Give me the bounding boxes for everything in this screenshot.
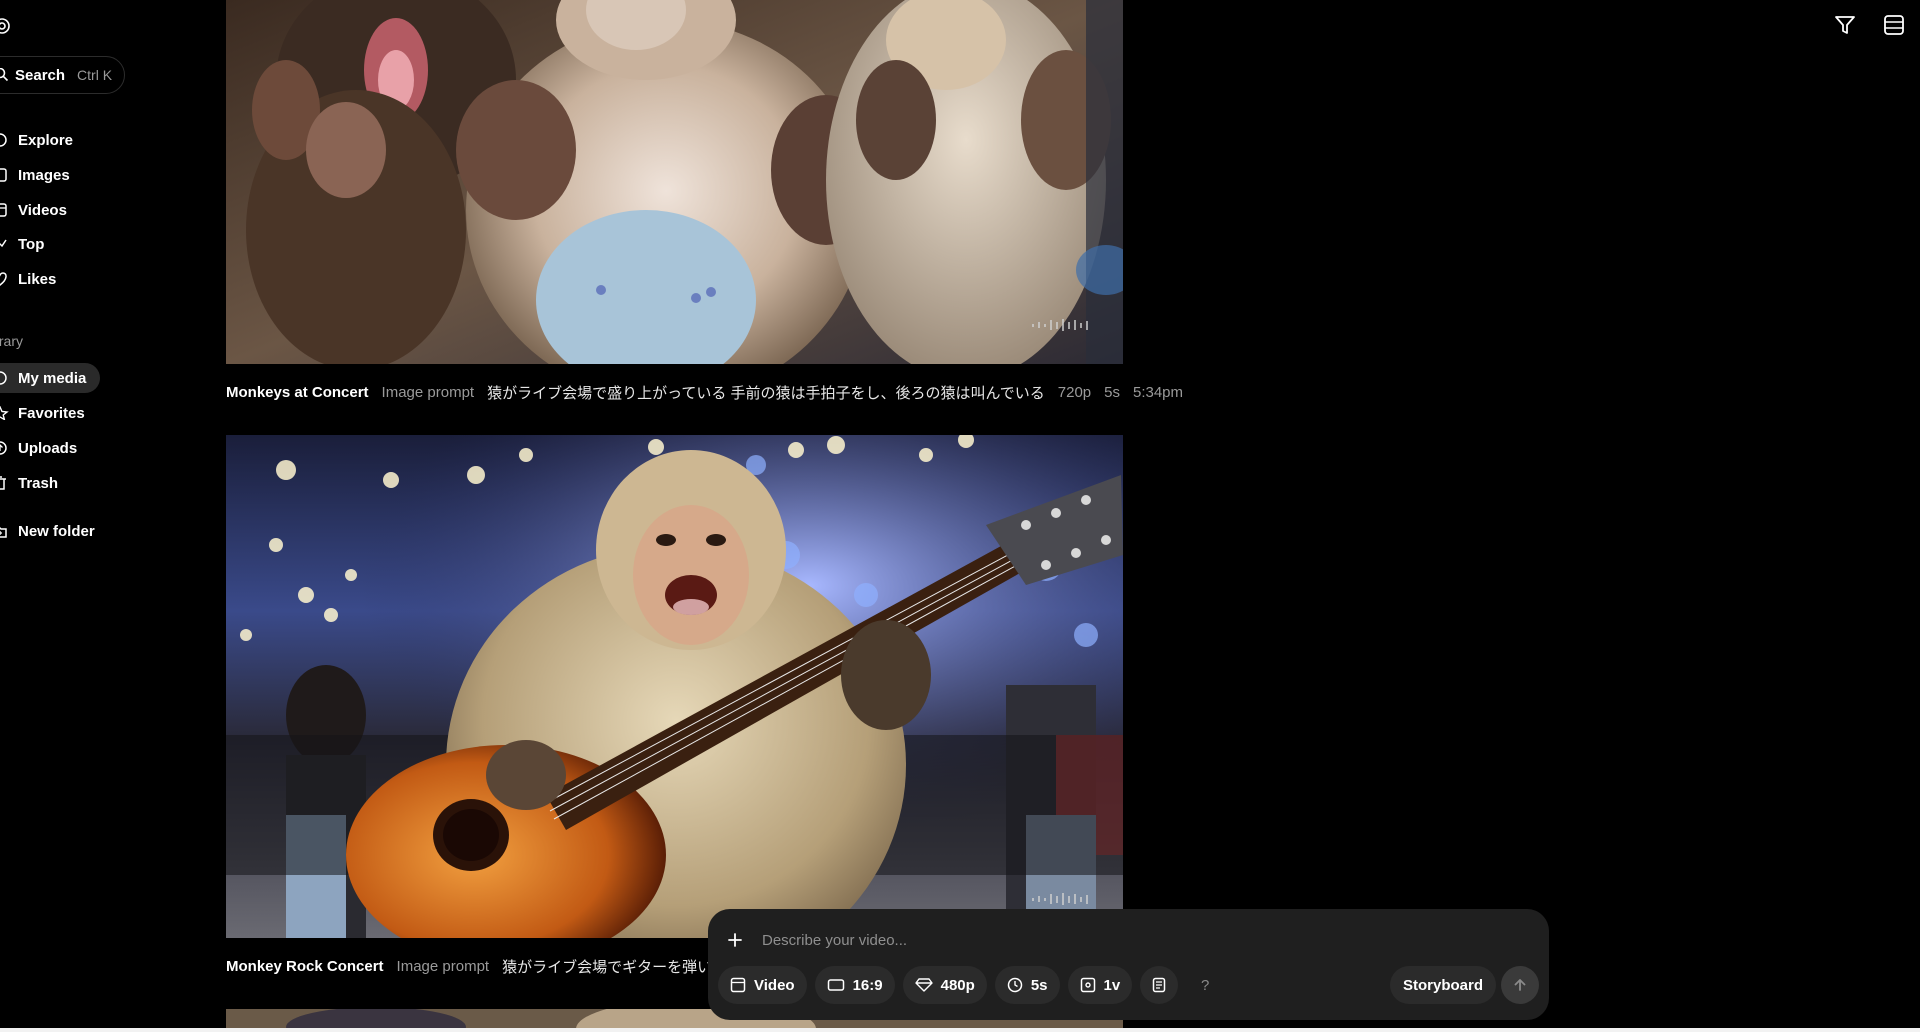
duration-label: 5s: [1030, 976, 1048, 994]
media-resolution: 720p: [1057, 383, 1092, 401]
add-attachment-icon[interactable]: [726, 931, 744, 949]
media-title[interactable]: Monkey Rock Concert: [226, 958, 384, 975]
media-caption: Monkey Rock Concert Image prompt 猿がライブ会場…: [226, 954, 711, 978]
sidebar-item-videos[interactable]: Videos: [0, 195, 81, 225]
aspect-ratio-icon: [827, 979, 844, 991]
media-type: Image prompt: [396, 957, 490, 975]
sidebar-item-label: Explore: [18, 131, 74, 149]
sidebar-item-explore[interactable]: Explore: [0, 125, 87, 155]
watermark-wave-icon: [1032, 893, 1088, 905]
variations-select[interactable]: 1v: [1067, 966, 1133, 1004]
video-thumbnail-monkeys-at-concert[interactable]: [226, 0, 1123, 364]
mode-label: Video: [754, 976, 795, 994]
sidebar-item-uploads[interactable]: Uploads: [0, 433, 91, 463]
sidebar-item-likes[interactable]: Likes: [0, 264, 70, 294]
media-prompt: 猿がライブ会場でギターを弾いている: [502, 958, 711, 976]
help-button[interactable]: ?: [1186, 966, 1224, 1004]
media-duration: 5s: [1104, 383, 1120, 401]
document-icon: [1152, 977, 1166, 993]
trash-icon: [0, 476, 12, 490]
quality-select[interactable]: 480p: [902, 966, 987, 1004]
trending-icon: [0, 237, 12, 251]
composer-options: Video 16:9 480p 5s 1v ?: [718, 966, 1224, 1004]
window-bottom-edge: [0, 1028, 1920, 1032]
sidebar-item-label: Images: [18, 166, 70, 184]
sidebar-item-label: Videos: [18, 201, 67, 219]
search-icon: [0, 68, 9, 82]
video-thumbnail-monkey-rock-concert[interactable]: [226, 435, 1123, 938]
media-icon: [0, 371, 12, 385]
search-button[interactable]: Search Ctrl K: [0, 56, 125, 94]
submit-button[interactable]: [1501, 966, 1539, 1004]
image-icon: [0, 168, 12, 182]
upload-icon: [0, 441, 12, 455]
media-caption: Monkeys at Concert Image prompt 猿がライブ会場で…: [226, 380, 1183, 404]
video-icon: [0, 203, 12, 217]
library-section-label: ibrary: [0, 333, 24, 349]
storyboard-label: Storyboard: [1403, 976, 1484, 994]
new-folder-label: New folder: [18, 522, 95, 540]
search-label: Search: [15, 66, 66, 84]
arrow-up-icon: [1514, 979, 1526, 991]
sidebar-item-label: My media: [18, 369, 87, 387]
mode-select[interactable]: Video: [718, 966, 807, 1004]
openai-logo-icon[interactable]: [0, 14, 16, 38]
sidebar-item-label: Top: [18, 235, 45, 253]
sidebar-item-trash[interactable]: Trash: [0, 468, 72, 498]
aspect-ratio-label: 16:9: [852, 976, 883, 994]
media-type: Image prompt: [381, 383, 475, 401]
variations-label: 1v: [1103, 976, 1121, 994]
new-folder-button[interactable]: New folder: [0, 516, 109, 546]
video-icon: [730, 977, 746, 993]
sidebar-item-images[interactable]: Images: [0, 160, 84, 190]
prompt-input[interactable]: [762, 927, 1362, 953]
search-shortcut: Ctrl K: [77, 67, 113, 83]
sidebar-item-label: Uploads: [18, 439, 78, 457]
sidebar-item-top[interactable]: Top: [0, 229, 58, 259]
star-icon: [0, 406, 12, 420]
diamond-icon: [914, 978, 933, 992]
media-prompt: 猿がライブ会場で盛り上がっている 手前の猿は手拍子をし、後ろの猿は叫んでいる: [487, 384, 1045, 402]
compass-icon: [0, 133, 12, 147]
video-composer: Video 16:9 480p 5s 1v: [708, 909, 1549, 1020]
help-label: ?: [1201, 976, 1210, 994]
media-time: 5:34pm: [1132, 383, 1184, 401]
sidebar-item-my-media[interactable]: My media: [0, 363, 101, 393]
layout-icon[interactable]: [1881, 12, 1907, 38]
heart-icon: [0, 272, 12, 286]
presets-button[interactable]: [1140, 966, 1179, 1004]
media-title[interactable]: Monkeys at Concert: [226, 384, 369, 401]
sidebar-item-label: Trash: [18, 474, 59, 492]
sidebar-item-label: Likes: [18, 270, 57, 288]
aspect-ratio-select[interactable]: 16:9: [814, 966, 895, 1004]
variations-icon: [1080, 977, 1095, 993]
quality-label: 480p: [940, 976, 975, 994]
folder-plus-icon: [0, 524, 12, 538]
watermark-wave-icon: [1032, 319, 1088, 331]
clock-icon: [1007, 977, 1023, 993]
sidebar-item-favorites[interactable]: Favorites: [0, 398, 99, 428]
sidebar-item-label: Favorites: [18, 404, 85, 422]
duration-select[interactable]: 5s: [994, 966, 1060, 1004]
storyboard-button[interactable]: Storyboard: [1390, 966, 1497, 1004]
filter-icon[interactable]: [1832, 12, 1858, 38]
